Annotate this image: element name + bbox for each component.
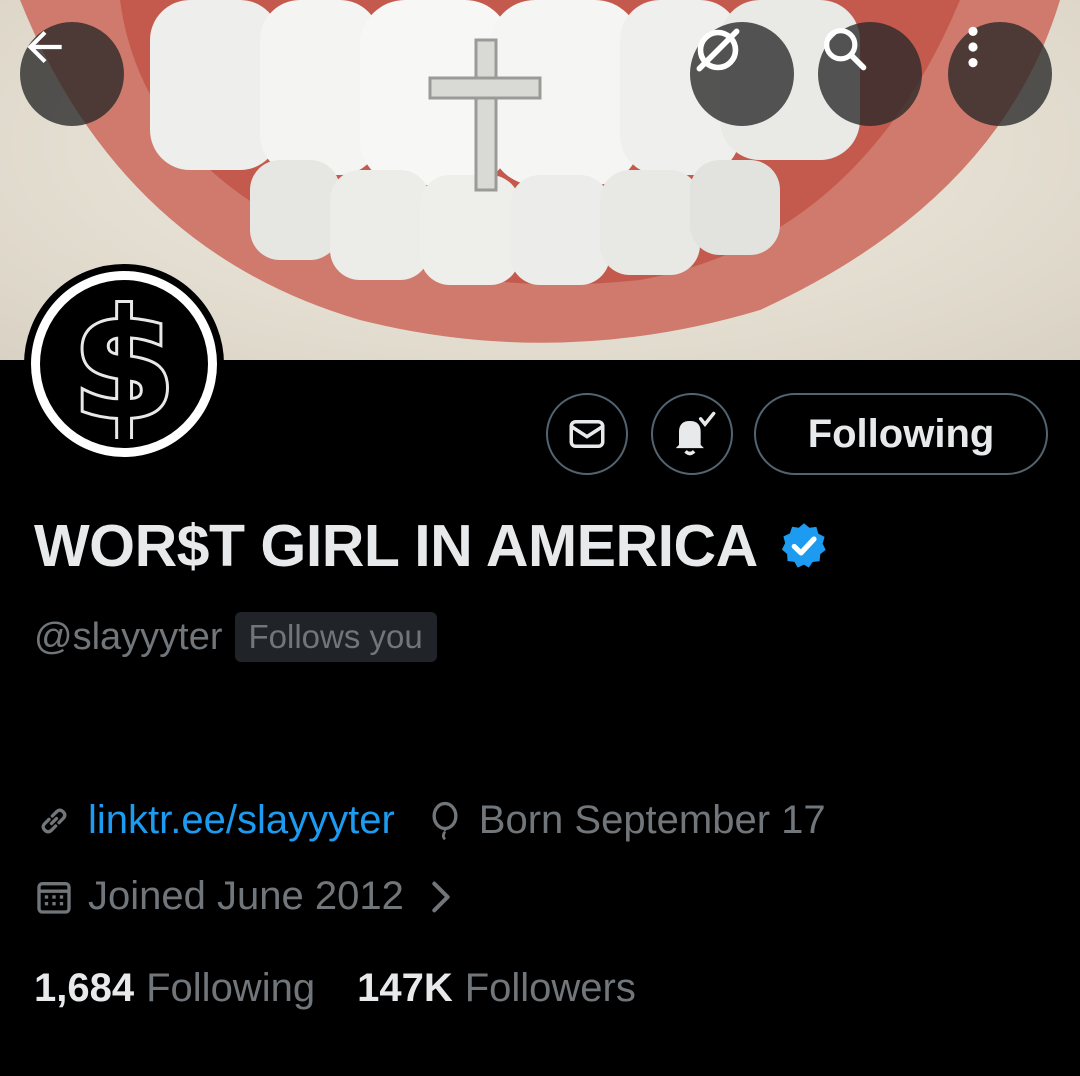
envelope-icon [569, 420, 605, 448]
balloon-icon [425, 799, 465, 843]
following-stat[interactable]: 1,684 Following [34, 966, 315, 1011]
verified-badge-icon[interactable] [778, 520, 830, 572]
search-icon [824, 28, 867, 71]
grok-button[interactable] [690, 22, 794, 126]
joined-row[interactable]: Joined June 2012 [34, 874, 470, 919]
following-count: 1,684 [34, 966, 135, 1010]
message-button[interactable] [546, 393, 628, 475]
more-vertical-icon [968, 26, 978, 68]
website-link[interactable]: linktr.ee/slayyyter [88, 798, 395, 843]
follows-you-badge: Follows you [234, 612, 437, 662]
more-options-button[interactable] [948, 22, 1052, 126]
display-name: WOR$T GIRL IN AMERICA [34, 513, 758, 579]
following-button[interactable]: Following [754, 393, 1048, 475]
display-name-row: WOR$T GIRL IN AMERICA [34, 510, 830, 582]
followers-stat[interactable]: 147K Followers [357, 966, 636, 1011]
chevron-right-icon [426, 877, 456, 917]
svg-text:$: $ [72, 289, 176, 439]
following-label: Following [146, 966, 316, 1010]
username-handle: @slayyyter [34, 615, 223, 658]
followers-label: Followers [464, 966, 636, 1010]
joined-date-text: Joined June 2012 [88, 874, 404, 918]
profile-avatar[interactable]: $ [24, 264, 224, 464]
dollar-sign-logo: $ [69, 289, 179, 439]
profile-stats: 1,684 Following 147K Followers [34, 966, 636, 1011]
search-button[interactable] [818, 22, 922, 126]
followers-count: 147K [357, 966, 453, 1010]
link-icon [34, 801, 74, 841]
notifications-button[interactable] [651, 393, 733, 475]
handle-row: @slayyyter Follows you [34, 612, 437, 662]
back-button[interactable] [20, 22, 124, 126]
profile-meta-row: linktr.ee/slayyyter Born September 17 [34, 798, 826, 843]
birthday-text: Born September 17 [478, 798, 826, 842]
bell-check-icon [675, 411, 716, 456]
arrow-left-icon [27, 30, 62, 64]
grok-icon [696, 28, 740, 72]
calendar-icon [34, 877, 74, 917]
